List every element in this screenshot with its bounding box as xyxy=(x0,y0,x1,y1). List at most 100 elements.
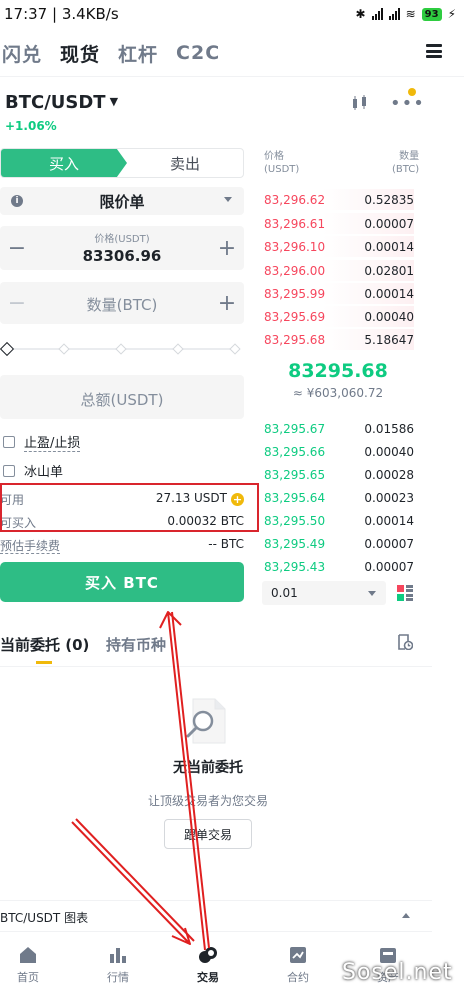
ask-price: 83,296.62 xyxy=(264,193,326,207)
ask-row[interactable]: 83,296.10 0.00014 xyxy=(262,236,414,257)
charging-icon: ⚡ xyxy=(447,7,456,21)
chart-toggle-bar[interactable]: BTC/USDT 图表 xyxy=(0,900,432,932)
ask-row[interactable]: 83,295.99 0.00014 xyxy=(262,283,414,304)
bid-row[interactable]: 83,295.43 0.00007 xyxy=(262,556,414,577)
orders-tabs: 当前委托 (0) 持有币种 xyxy=(0,634,464,664)
bid-amount: 0.00014 xyxy=(364,514,414,528)
total-placeholder: 总额(USDT) xyxy=(80,391,164,409)
chevron-down-icon xyxy=(368,591,376,596)
slider-step-25[interactable] xyxy=(58,343,70,355)
amount-slider[interactable] xyxy=(0,341,244,357)
total-input[interactable]: 总额(USDT) xyxy=(0,375,244,419)
info-icon[interactable]: i xyxy=(11,195,23,207)
slider-handle[interactable] xyxy=(0,341,15,357)
bid-amount: 0.00007 xyxy=(364,537,414,551)
slider-step-75[interactable] xyxy=(172,343,184,355)
notification-badge xyxy=(408,88,416,96)
ask-price: 83,295.99 xyxy=(264,287,326,301)
bid-amount: 0.00023 xyxy=(364,491,414,505)
bid-row[interactable]: 83,295.66 0.00040 xyxy=(262,441,414,462)
tab-margin[interactable]: 杠杆 xyxy=(118,40,158,67)
ask-row[interactable]: 83,296.61 0.00007 xyxy=(262,213,414,234)
tab-swap[interactable]: 闪兑 xyxy=(2,40,42,67)
sell-tab[interactable]: 卖出 xyxy=(127,149,243,177)
bid-row[interactable]: 83,295.50 0.00014 xyxy=(262,510,414,531)
watermark: Sosel.net xyxy=(342,960,453,985)
ask-row[interactable]: 83,296.00 0.02801 xyxy=(262,260,414,281)
ask-row[interactable]: 83,295.69 0.00040 xyxy=(262,306,414,327)
nav-home-label: 首页 xyxy=(17,971,39,984)
nav-markets[interactable]: 行情 xyxy=(88,945,148,985)
nav-futures[interactable]: 合约 xyxy=(268,945,328,985)
tab-holdings[interactable]: 持有币种 xyxy=(106,634,166,655)
price-header-label: 价格 xyxy=(264,151,284,162)
chevron-down-icon xyxy=(224,197,232,202)
ask-row[interactable]: 83,295.68 5.18647 xyxy=(262,329,414,350)
top-nav: 闪兑 现货 杠杆 C2C xyxy=(0,36,464,70)
checkbox-box[interactable] xyxy=(3,464,15,477)
ask-price: 83,296.10 xyxy=(264,240,326,254)
order-history-icon[interactable] xyxy=(397,634,413,650)
order-type-select[interactable]: i 限价单 xyxy=(0,187,244,215)
nav-home[interactable]: 首页 xyxy=(0,945,58,985)
fee-row: 预估手续费 -- BTC xyxy=(0,537,244,554)
order-type-value: 限价单 xyxy=(99,192,145,211)
depth-value: 0.01 xyxy=(271,586,298,600)
tab-open-orders[interactable]: 当前委托 (0) xyxy=(0,634,89,655)
ask-price: 83,295.69 xyxy=(264,310,326,324)
tpsl-label: 止盈/止损 xyxy=(24,432,81,452)
bid-row[interactable]: 83,295.65 0.00028 xyxy=(262,464,414,485)
slider-step-100[interactable] xyxy=(229,343,241,355)
buy-btc-button[interactable]: 买入 BTC xyxy=(0,562,244,602)
ask-amount: 0.02801 xyxy=(364,264,414,278)
nav-trade[interactable]: 交易 xyxy=(178,945,238,985)
quantity-placeholder: 数量(BTC) xyxy=(86,296,158,314)
ask-amount: 5.18647 xyxy=(364,333,414,347)
menu-icon[interactable] xyxy=(426,44,442,58)
tab-spot[interactable]: 现货 xyxy=(60,40,100,67)
quantity-input[interactable]: − 数量(BTC) + xyxy=(0,282,244,324)
empty-title: 无当前委托 xyxy=(173,760,243,776)
empty-document-search-icon xyxy=(186,698,226,744)
bar-chart-icon xyxy=(110,948,126,963)
ask-row[interactable]: 83,296.62 0.52835 xyxy=(262,189,414,210)
orderbook-layout-icon[interactable] xyxy=(397,585,413,601)
iceberg-checkbox[interactable]: 冰山单 xyxy=(3,461,63,480)
price-input[interactable]: − 价格(USDT) 83306.96 + xyxy=(0,226,244,270)
slider-step-50[interactable] xyxy=(115,343,127,355)
tab-c2c[interactable]: C2C xyxy=(176,42,220,64)
bid-price: 83,295.49 xyxy=(264,537,326,551)
nav-futures-label: 合约 xyxy=(287,971,309,984)
ask-price: 83,296.61 xyxy=(264,217,326,231)
pair-symbol: BTC/USDT xyxy=(5,92,106,113)
trade-icon xyxy=(199,947,217,963)
quantity-increase-button[interactable]: + xyxy=(212,282,242,324)
bid-price: 83,295.43 xyxy=(264,560,326,574)
nav-markets-label: 行情 xyxy=(107,971,129,984)
empty-subtitle: 让顶级交易者为您交易 xyxy=(147,794,268,808)
iceberg-label: 冰山单 xyxy=(24,465,64,480)
chevron-up-icon xyxy=(402,913,410,918)
price-increase-button[interactable]: + xyxy=(212,226,242,270)
wifi-icon: ≋ xyxy=(405,7,416,21)
checkbox-box[interactable] xyxy=(3,436,15,448)
buy-tab[interactable]: 买入 xyxy=(1,149,127,177)
copy-trading-button[interactable]: 跟单交易 xyxy=(164,819,252,849)
depth-select[interactable]: 0.01 xyxy=(262,581,386,605)
bid-price: 83,295.64 xyxy=(264,491,326,505)
bid-amount: 0.00007 xyxy=(364,560,414,574)
nav-trade-label: 交易 xyxy=(197,971,219,984)
price-value[interactable]: 83306.96 xyxy=(0,247,244,265)
bid-row[interactable]: 83,295.64 0.00023 xyxy=(262,487,414,508)
fee-value: -- BTC xyxy=(208,537,244,551)
pair-selector[interactable]: BTC/USDT ▼ xyxy=(5,92,118,113)
tpsl-checkbox[interactable]: 止盈/止损 xyxy=(3,432,81,452)
candlestick-icon[interactable] xyxy=(350,95,370,111)
ask-price: 83,296.00 xyxy=(264,264,326,278)
home-icon xyxy=(20,947,36,963)
bid-row[interactable]: 83,295.49 0.00007 xyxy=(262,533,414,554)
more-icon[interactable]: ••• xyxy=(390,95,425,113)
last-price[interactable]: 83295.68 xyxy=(262,360,414,382)
orderbook-amount-header: 数量 (BTC) xyxy=(392,150,419,176)
bid-row[interactable]: 83,295.67 0.01586 xyxy=(262,418,414,439)
